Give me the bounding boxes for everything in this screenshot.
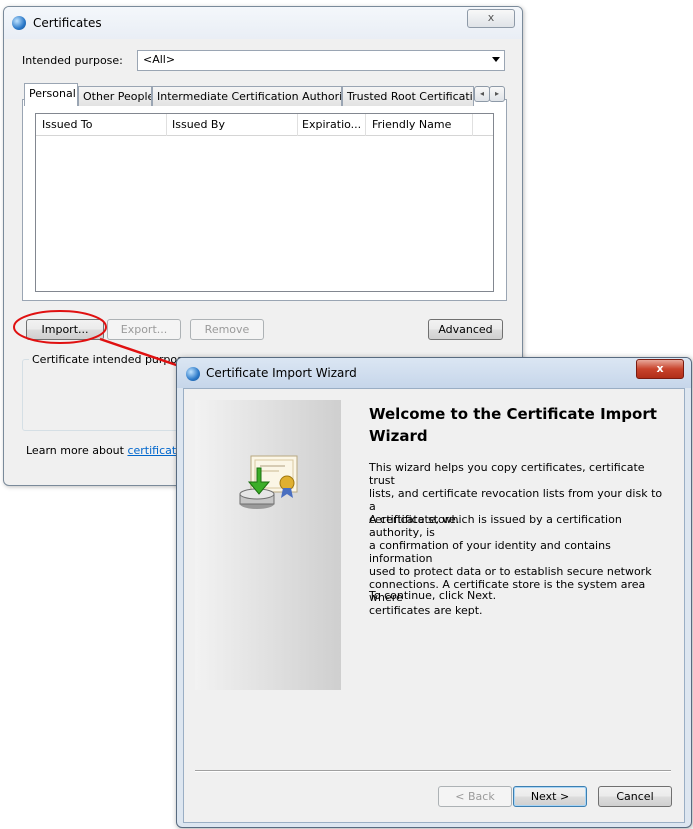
learn-more-text: Learn more about certificates — [26, 444, 189, 457]
wizard-close-button[interactable]: x — [636, 359, 684, 379]
tab-scroll-left-button[interactable]: ◂ — [474, 86, 490, 102]
tab-label: Trusted Root Certification — [347, 90, 474, 103]
text-line: This wizard helps you copy certificates,… — [369, 461, 645, 487]
tab-other-people[interactable]: Other People — [78, 86, 152, 106]
tab-personal[interactable]: Personal — [24, 83, 78, 106]
tab-trusted-root[interactable]: Trusted Root Certification — [342, 86, 474, 106]
chevron-right-icon: ▸ — [494, 89, 499, 98]
text-line: A certificate, which is issued by a cert… — [369, 513, 622, 539]
heading-line: Wizard — [369, 427, 428, 445]
wizard-heading: Welcome to the Certificate Import Wizard — [369, 403, 657, 447]
intended-purpose-label: Intended purpose: — [22, 54, 123, 67]
chevron-left-icon: ◂ — [479, 89, 484, 98]
certificates-app-icon — [12, 16, 26, 30]
arrow-line — [99, 337, 189, 371]
column-header-issued-by[interactable]: Issued By — [172, 118, 225, 131]
button-separator — [195, 770, 671, 772]
window-title: Certificates — [33, 16, 102, 30]
chevron-down-icon — [492, 57, 500, 62]
highlight-ellipse — [13, 310, 107, 344]
import-wizard-window: Certificate Import Wizard x Welcome to t… — [176, 357, 692, 828]
certificate-import-icon — [239, 455, 298, 509]
certificates-title-bar[interactable]: Certificates x — [4, 7, 522, 39]
cancel-button[interactable]: Cancel — [598, 786, 672, 807]
column-header-expiration[interactable]: Expiratio... — [302, 118, 361, 131]
tab-label: Intermediate Certification Authorities — [157, 90, 342, 103]
tab-scroll-right-button[interactable]: ▸ — [489, 86, 505, 102]
close-button[interactable]: x — [467, 9, 515, 28]
learn-more-prefix: Learn more about — [26, 444, 128, 457]
certificate-list[interactable]: Issued To Issued By Expiratio... Friendl… — [35, 113, 494, 292]
text-line: lists, and certificate revocation lists … — [369, 487, 663, 513]
wizard-side-panel — [195, 400, 341, 690]
wizard-title-bar[interactable]: Certificate Import Wizard x — [177, 358, 691, 388]
heading-line: Welcome to the Certificate Import — [369, 405, 657, 423]
text-line: a confirmation of your identity and cont… — [369, 539, 611, 565]
column-header-friendly-name[interactable]: Friendly Name — [372, 118, 451, 131]
intended-purpose-select[interactable]: <All> — [137, 50, 505, 71]
close-icon: x — [487, 11, 495, 24]
intended-purpose-value: <All> — [143, 53, 176, 66]
wizard-app-icon — [186, 367, 200, 381]
wizard-body: Welcome to the Certificate Import Wizard… — [183, 388, 685, 823]
tab-intermediate-ca[interactable]: Intermediate Certification Authorities — [152, 86, 342, 106]
text-line: used to protect data or to establish sec… — [369, 565, 652, 578]
column-header-issued-to[interactable]: Issued To — [42, 118, 93, 131]
back-button[interactable]: < Back — [438, 786, 512, 807]
continue-instruction: To continue, click Next. — [369, 589, 497, 602]
text-line: certificates are kept. — [369, 604, 483, 617]
close-icon: x — [656, 362, 664, 375]
wizard-title: Certificate Import Wizard — [206, 366, 357, 380]
tab-label: Other People — [83, 90, 152, 103]
next-button[interactable]: Next > — [513, 786, 587, 807]
tab-label: Personal — [29, 87, 76, 100]
list-header: Issued To Issued By Expiratio... Friendl… — [36, 114, 493, 136]
